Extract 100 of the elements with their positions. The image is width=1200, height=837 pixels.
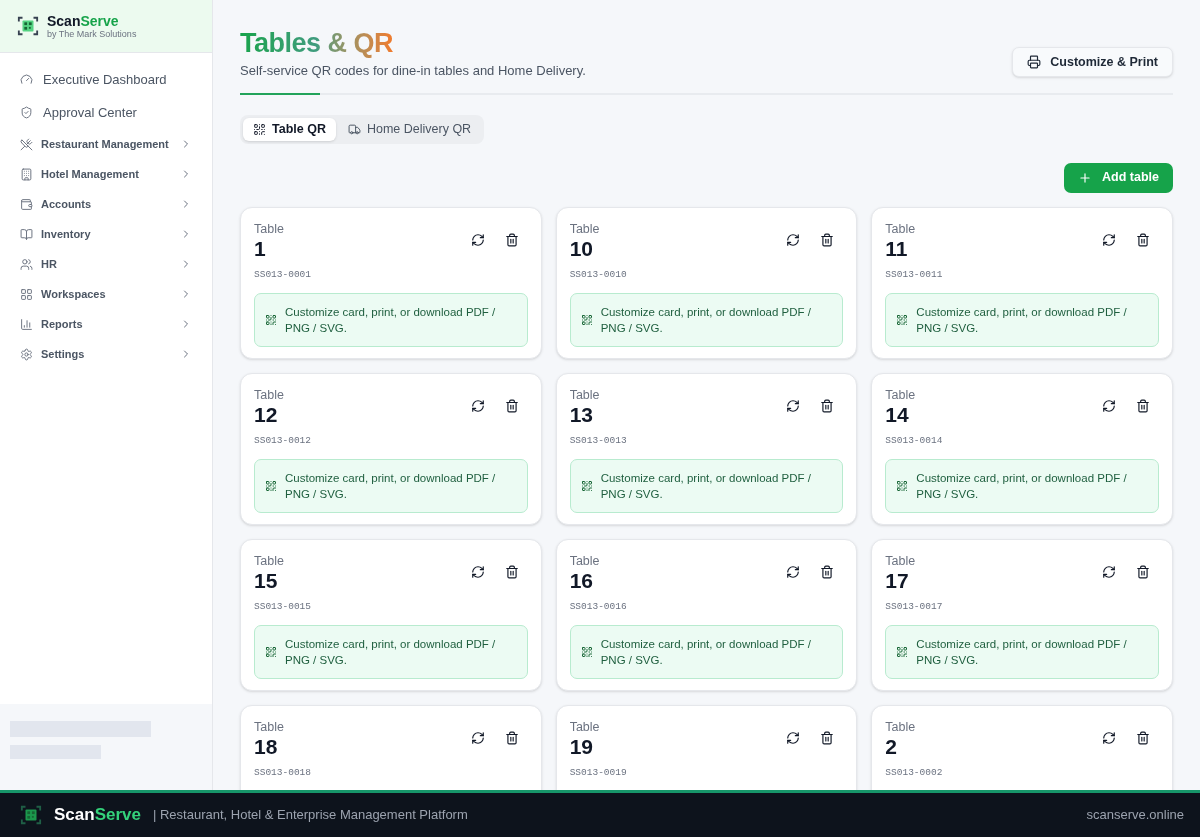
wallet-icon: [20, 197, 33, 211]
trash-icon: [504, 398, 519, 413]
table-number: 13: [569, 401, 594, 428]
refresh-icon: [470, 398, 485, 413]
sidebar-link[interactable]: Approval Center: [10, 96, 202, 129]
qr-hint-text: Customize card, print, or download PDF / PNG / SVG.: [285, 636, 497, 668]
qr-hint-text: Customize card, print, or download PDF / PNG / SVG.: [600, 636, 812, 668]
trash-icon: [1136, 232, 1150, 247]
table-number: 2: [885, 733, 898, 760]
refresh-icon: [1102, 232, 1116, 247]
qr-hint-text: Customize card, print, or download PDF / PNG / SVG.: [916, 636, 1128, 668]
table-number: 11: [885, 235, 909, 262]
trash-icon: [1136, 730, 1150, 745]
table-code: SS013-0011: [885, 267, 943, 282]
table-caption: Table: [885, 553, 917, 568]
table-code: SS013-0013: [569, 433, 627, 448]
tab[interactable]: Home Delivery QR: [337, 117, 482, 141]
sidebar-link[interactable]: Executive Dashboard: [10, 63, 202, 96]
plus-icon: [1078, 170, 1093, 185]
trash-icon: [504, 730, 519, 745]
refresh-icon: [1102, 730, 1116, 745]
footer-site-link[interactable]: scanserve.online: [1086, 805, 1184, 825]
printer-icon: [1027, 55, 1042, 69]
qr-code-icon: [580, 479, 593, 492]
table-caption: Table: [885, 387, 917, 402]
brand-byline: by The Mark Solutions: [47, 28, 137, 40]
refresh-icon: [470, 564, 485, 579]
sidebar-group[interactable]: Restaurant Management: [10, 129, 202, 159]
table-code: SS013-0010: [569, 267, 627, 282]
table-caption: Table: [254, 553, 285, 568]
table-caption: Table: [254, 387, 285, 402]
sidebar-group[interactable]: HR: [10, 249, 202, 279]
building-icon: [20, 167, 33, 181]
trash-icon: [1136, 398, 1150, 413]
truck-icon: [347, 122, 361, 136]
page-subtitle: Self-service QR codes for dine-in tables and Home Delivery.: [240, 62, 586, 80]
trash-icon: [504, 564, 519, 579]
table-number: 10: [569, 235, 594, 262]
qr-code-icon: [265, 313, 277, 326]
trash-icon: [820, 730, 835, 745]
refresh-icon: [786, 232, 801, 247]
table-code: SS013-0015: [254, 599, 311, 614]
tab[interactable]: Table QR: [243, 117, 336, 141]
settings-icon: [20, 347, 33, 361]
qr-hint-text: Customize card, print, or download PDF / PNG / SVG.: [600, 470, 812, 502]
table-caption: Table: [569, 719, 601, 734]
table-code: SS013-0016: [569, 599, 627, 614]
table-code: SS013-0019: [569, 765, 627, 780]
shield-icon: [20, 106, 33, 119]
trash-icon: [820, 564, 835, 579]
table-caption: Table: [569, 221, 601, 236]
sidebar-group[interactable]: Accounts: [10, 189, 202, 219]
table-code: SS013-0012: [254, 433, 311, 448]
refresh-icon: [470, 232, 485, 247]
table-number: 14: [885, 401, 910, 428]
qr-hint-text: Customize card, print, or download PDF / PNG / SVG.: [916, 470, 1128, 502]
table-code: SS013-0017: [885, 599, 943, 614]
table-code: SS013-0001: [254, 267, 311, 282]
qr-code-icon: [265, 645, 277, 658]
qr-hint-text: Customize card, print, or download PDF / PNG / SVG.: [285, 470, 497, 502]
table-caption: Table: [254, 719, 285, 734]
table-caption: Table: [254, 221, 285, 236]
table-number: 17: [885, 567, 910, 594]
qr-code-icon: [896, 645, 909, 658]
sidebar-group[interactable]: Settings: [10, 339, 202, 369]
qr-hint-text: Customize card, print, or download PDF / PNG / SVG.: [285, 304, 497, 336]
table-caption: Table: [885, 221, 917, 236]
grid-icon: [20, 287, 33, 301]
table-code: SS013-0002: [885, 765, 943, 780]
footer-brand: ScanServe: [54, 804, 141, 827]
table-code: SS013-0018: [254, 765, 311, 780]
sidebar-group[interactable]: Inventory: [10, 219, 202, 249]
table-caption: Table: [569, 553, 601, 568]
utensils-icon: [20, 137, 33, 151]
sidebar-group[interactable]: Hotel Management: [10, 159, 202, 189]
table-number: 18: [254, 733, 279, 760]
gauge-icon: [20, 73, 33, 86]
qr-code-icon: [896, 313, 909, 326]
users-icon: [20, 257, 33, 271]
table-number: 19: [569, 733, 594, 760]
book-icon: [20, 227, 33, 241]
table-number: 16: [569, 567, 594, 594]
qr-code-icon: [580, 313, 593, 326]
trash-icon: [504, 232, 519, 247]
refresh-icon: [1102, 564, 1116, 579]
sidebar-group[interactable]: Workspaces: [10, 279, 202, 309]
trash-icon: [1136, 564, 1150, 579]
bar-chart-icon: [20, 317, 33, 331]
qr-logo-icon: [17, 15, 39, 37]
qr-logo-icon: [20, 804, 42, 826]
table-number: 15: [254, 567, 279, 594]
qr-code-icon: [580, 645, 593, 658]
sidebar-group[interactable]: Reports: [10, 309, 202, 339]
customize-print-button[interactable]: Customize & Print: [1012, 47, 1173, 77]
qr-code-icon: [896, 479, 909, 492]
qr-hint-text: Customize card, print, or download PDF / PNG / SVG.: [916, 304, 1128, 336]
refresh-icon: [786, 398, 801, 413]
footer-tagline: | Restaurant, Hotel & Enterprise Management Platform: [152, 806, 468, 825]
table-caption: Table: [885, 719, 917, 734]
qr-code-icon: [265, 479, 277, 492]
